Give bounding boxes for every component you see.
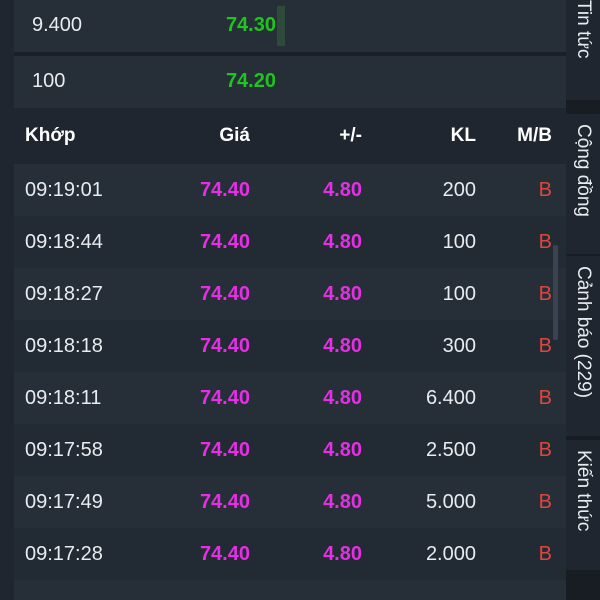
trade-price: 74.40 xyxy=(199,179,250,201)
trade-time: 09:18:18 xyxy=(25,335,103,357)
trade-side: B xyxy=(538,543,552,565)
order-price: 74.20 xyxy=(225,70,276,92)
trade-change: 4.80 xyxy=(323,439,362,461)
trade-time: 09:18:11 xyxy=(25,387,102,409)
trade-change: 4.80 xyxy=(323,543,362,565)
tab-community-label: Cộng đồng xyxy=(573,124,594,217)
trade-price: 74.40 xyxy=(199,335,250,357)
header-side[interactable]: M/B xyxy=(517,125,552,147)
scrollbar[interactable] xyxy=(553,245,558,340)
trade-side: B xyxy=(538,439,552,461)
trade-row[interactable]: 09:17:49 74.40 4.80 5.000 B xyxy=(14,476,566,528)
header-volume[interactable]: KL xyxy=(451,125,476,147)
trade-volume: 2.500 xyxy=(425,439,476,461)
trade-change: 4.80 xyxy=(323,231,362,253)
trade-side: B xyxy=(538,283,552,305)
trade-price: 74.40 xyxy=(199,491,250,513)
trade-price: 74.40 xyxy=(199,543,250,565)
trade-row[interactable]: 09:17:58 74.40 4.80 2.500 B xyxy=(14,424,566,476)
volume-bar xyxy=(277,6,285,46)
header-time[interactable]: Khớp xyxy=(25,125,75,147)
trade-price: 74.40 xyxy=(199,283,250,305)
order-volume: 9.400 xyxy=(32,14,83,36)
trade-volume: 2.000 xyxy=(425,543,476,565)
trade-volume: 100 xyxy=(442,283,476,305)
trade-time: 09:19:01 xyxy=(25,179,103,201)
trade-change: 4.80 xyxy=(323,335,362,357)
trade-change: 4.80 xyxy=(323,179,362,201)
trade-side: B xyxy=(538,387,552,409)
order-price: 74.30 xyxy=(225,14,276,36)
trade-change: 4.80 xyxy=(323,491,362,513)
trade-row[interactable]: 09:17:28 74.40 4.80 2.000 B xyxy=(14,528,566,580)
trade-row-partial[interactable] xyxy=(14,580,566,600)
header-change[interactable]: +/- xyxy=(339,125,362,147)
trade-volume: 200 xyxy=(442,179,476,201)
trade-time: 09:17:28 xyxy=(25,543,103,565)
order-book-row[interactable]: 100 74.20 xyxy=(14,56,566,108)
trade-row[interactable]: 09:18:44 74.40 4.80 100 B xyxy=(14,216,566,268)
order-book-row[interactable]: 9.400 74.30 xyxy=(14,0,566,52)
trade-row[interactable]: 09:18:18 74.40 4.80 300 B xyxy=(14,320,566,372)
tab-news-label: Tin tức xyxy=(573,0,594,59)
tab-news[interactable]: Tin tức xyxy=(566,0,600,100)
tab-alerts[interactable]: Cảnh báo (229) xyxy=(566,256,600,436)
order-volume: 100 xyxy=(32,70,66,92)
trade-side: B xyxy=(538,491,552,513)
tab-alerts-label: Cảnh báo (229) xyxy=(573,266,594,399)
trade-side: B xyxy=(538,231,552,253)
trade-row[interactable]: 09:19:01 74.40 4.80 200 B xyxy=(14,164,566,216)
trade-time: 09:17:49 xyxy=(25,491,103,513)
tab-knowledge-label: Kiến thức xyxy=(573,450,594,532)
trade-price: 74.40 xyxy=(199,231,250,253)
trade-volume: 5.000 xyxy=(425,491,476,513)
trade-time: 09:17:58 xyxy=(25,439,103,461)
trade-volume: 300 xyxy=(442,335,476,357)
trade-side: B xyxy=(538,179,552,201)
trade-change: 4.80 xyxy=(323,387,362,409)
trade-price: 74.40 xyxy=(199,439,250,461)
trade-side: B xyxy=(538,335,552,357)
trade-time: 09:18:44 xyxy=(25,231,103,253)
trade-time: 09:18:27 xyxy=(25,283,103,305)
trade-price: 74.40 xyxy=(199,387,250,409)
trade-volume: 6.400 xyxy=(425,387,476,409)
trade-row[interactable]: 09:18:11 74.40 4.80 6.400 B xyxy=(14,372,566,424)
trade-volume: 100 xyxy=(442,231,476,253)
trade-row[interactable]: 09:18:27 74.40 4.80 100 B xyxy=(14,268,566,320)
header-price[interactable]: Giá xyxy=(219,125,250,147)
tab-knowledge[interactable]: Kiến thức xyxy=(566,440,600,570)
tab-community[interactable]: Cộng đồng xyxy=(566,114,600,254)
trade-change: 4.80 xyxy=(323,283,362,305)
trades-header: Khớp Giá +/- KL M/B xyxy=(14,108,566,164)
